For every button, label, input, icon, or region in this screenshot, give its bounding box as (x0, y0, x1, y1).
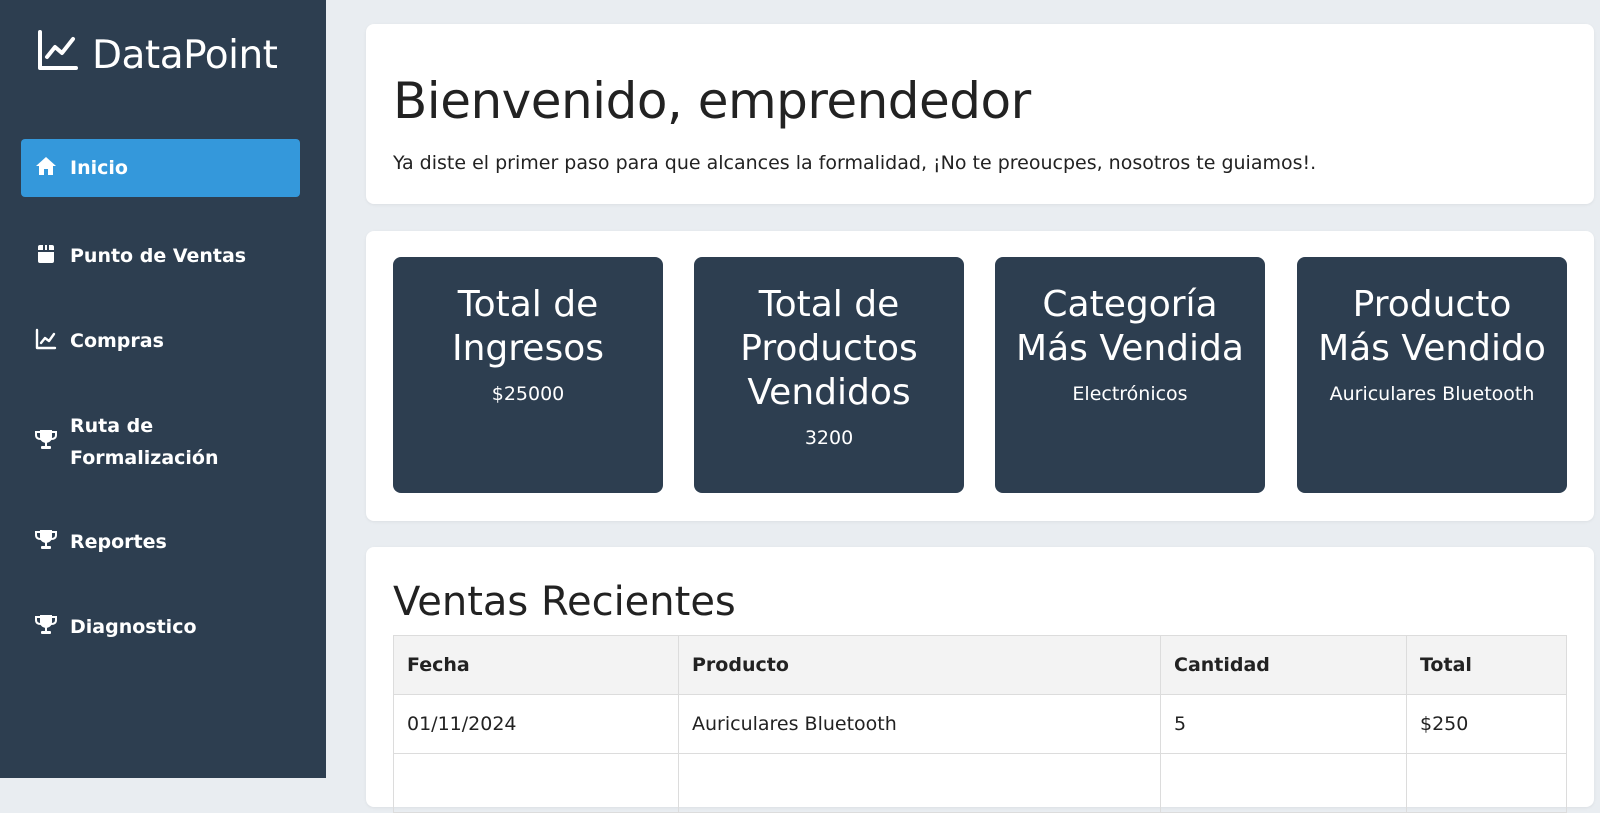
stat-title: Total de Ingresos (452, 284, 604, 369)
table-header-row: Fecha Producto Cantidad Total (393, 635, 1567, 695)
sidebar-item-inicio[interactable]: Inicio (21, 139, 300, 197)
stat-categoria-mas-vendida: Categoría Más Vendida Electrónicos (995, 257, 1265, 493)
column-header-total: Total (1406, 635, 1567, 695)
sidebar-item-label: Reportes (70, 531, 167, 553)
sidebar-item-label: Ruta de Formalización (70, 415, 219, 469)
sidebar-item-reportes[interactable]: Reportes (21, 524, 300, 560)
home-icon (34, 154, 58, 183)
stat-title: Producto Más Vendido (1318, 284, 1546, 369)
stat-value: Electrónicos (1072, 383, 1188, 405)
column-header-cantidad: Cantidad (1160, 635, 1407, 695)
table-row: 01/11/2024 Auriculares Bluetooth 5 $250 (393, 694, 1567, 754)
cell-cantidad: 5 (1160, 694, 1407, 754)
trophy-icon (34, 428, 58, 457)
stat-value: 3200 (804, 427, 854, 449)
page-title: Bienvenido, emprendedor (393, 72, 1031, 130)
sidebar: DataPoint Inicio Punto de Ventas Compras… (0, 0, 326, 778)
trophy-icon (34, 613, 58, 642)
box-icon (34, 242, 58, 271)
section-title: Ventas Recientes (393, 579, 736, 625)
sidebar-item-ruta-de-formalizacion[interactable]: Ruta de Formalización (21, 408, 300, 476)
cell-fecha: 01/11/2024 (393, 694, 679, 754)
line-chart-icon (36, 28, 80, 82)
stat-title: Categoría Más Vendida (1016, 284, 1244, 369)
brand-name: DataPoint (92, 32, 278, 78)
cell-producto: Auriculares Bluetooth (678, 694, 1161, 754)
sidebar-item-label: Compras (70, 330, 164, 352)
cell-total: $250 (1406, 694, 1567, 754)
recent-sales-card: Ventas Recientes Fecha Producto Cantidad… (366, 547, 1594, 813)
sidebar-item-compras[interactable]: Compras (21, 323, 300, 359)
sidebar-item-punto-de-ventas[interactable]: Punto de Ventas (21, 238, 300, 274)
stat-total-ingresos: Total de Ingresos $25000 (393, 257, 663, 493)
brand-logo[interactable]: DataPoint (36, 28, 278, 82)
sidebar-item-label: Diagnostico (70, 616, 197, 638)
table-row (393, 753, 1567, 813)
stat-total-productos: Total de Productos Vendidos 3200 (694, 257, 964, 493)
stat-value: $25000 (491, 383, 565, 405)
stat-title: Total de Productos Vendidos (740, 284, 918, 413)
sidebar-item-label: Punto de Ventas (70, 245, 247, 267)
sidebar-item-diagnostico[interactable]: Diagnostico (21, 609, 300, 645)
recent-sales-table: Fecha Producto Cantidad Total 01/11/2024… (393, 635, 1567, 813)
stat-producto-mas-vendido: Producto Más Vendido Auriculares Bluetoo… (1297, 257, 1567, 493)
stat-value: Auriculares Bluetooth (1329, 383, 1535, 405)
line-chart-icon (34, 327, 58, 356)
column-header-producto: Producto (678, 635, 1161, 695)
trophy-icon (34, 528, 58, 557)
stats-card: Total de Ingresos $25000 Total de Produc… (366, 231, 1594, 521)
welcome-card: Bienvenido, emprendedor Ya diste el prim… (366, 24, 1594, 204)
column-header-fecha: Fecha (393, 635, 679, 695)
welcome-subtitle: Ya diste el primer paso para que alcance… (393, 152, 1317, 174)
sidebar-item-label: Inicio (70, 157, 128, 179)
